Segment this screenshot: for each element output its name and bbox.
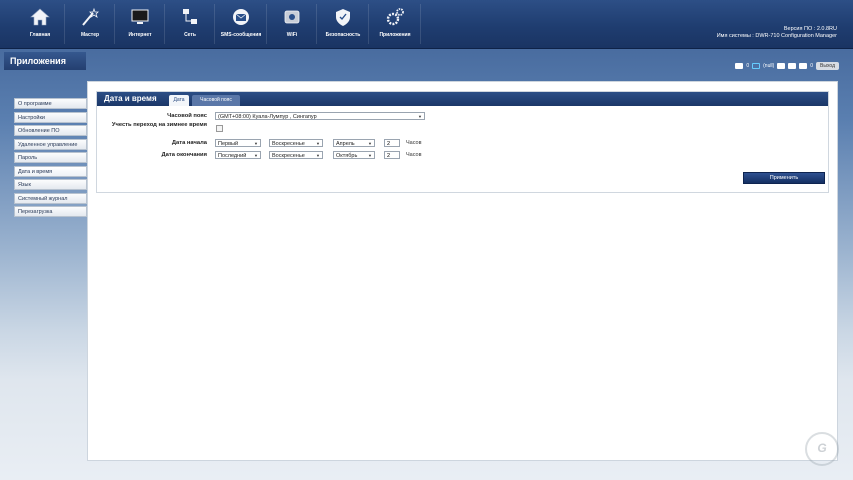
shield-icon [336,9,350,26]
box-header: Дата и время Дата Часовой пояс [97,92,828,106]
nav-wifi-label: WiFi [286,32,298,38]
start-week-select[interactable]: Первый [215,139,261,148]
start-hour-input[interactable]: 2 [384,139,400,147]
sms-icon [777,63,786,69]
nav-sms-label: SMS-сообщения [220,32,262,38]
nav-network[interactable]: Сеть [166,4,215,44]
main-panel: Дата и время Дата Часовой пояс Часовой п… [87,81,838,461]
tab-timezone[interactable]: Часовой пояс [192,95,240,106]
dst-row: Учесть переход на зимнее время [97,121,207,135]
start-hour-unit: Часов [406,140,422,146]
nav-sms[interactable]: SMS-сообщения [216,4,267,44]
wizard-icon [82,7,99,26]
end-date-label: Дата окончания [161,152,207,158]
apply-button[interactable]: Применить [743,172,825,184]
start-date-label: Дата начала [171,140,207,146]
sidebar-item-date-time[interactable]: Дата и время [14,165,87,177]
date-time-box: Дата и время Дата Часовой пояс Часовой п… [96,91,829,193]
end-week-select[interactable]: Последний [215,151,261,160]
top-navigation-bar: Главная Мастер Интернет Сеть SMS-сообщен… [0,0,853,49]
wifi-icon [284,10,300,24]
system-name: Имя системы : DWR-710 Configuration Mana… [716,33,837,39]
signal-status: (null) [763,63,775,69]
nav-applications[interactable]: Приложения [370,4,421,44]
timezone-label: Часовой пояс [167,113,207,119]
message-count: 0 [746,63,750,69]
network-icon [183,9,197,24]
logout-button[interactable]: Выход [816,62,839,70]
nav-internet-label: Интернет [128,32,152,38]
nav-internet[interactable]: Интернет [116,4,165,44]
end-date-row: Дата окончания [97,150,207,160]
sidebar-item-system-log[interactable]: Системный журнал [14,192,87,204]
signal-icon [752,63,761,69]
sidebar-menu: О программе Настройки Обновление ПО Удал… [14,98,87,220]
start-month-select[interactable]: Апрель [333,139,375,148]
tab-date[interactable]: Дата [169,95,189,106]
end-hour-input[interactable]: 2 [384,151,400,159]
start-date-row: Дата начала [97,138,207,148]
nav-network-label: Сеть [184,32,196,38]
system-info: Версия ПО : 2.0.8RU Имя системы : DWR-71… [717,26,837,40]
sidebar-item-firmware-update[interactable]: Обновление ПО [14,125,87,136]
sidebar-item-password[interactable]: Пароль [14,152,87,163]
sidebar-item-remote-management[interactable]: Удаленное управление [14,138,87,150]
envelope-icon [233,9,249,25]
sms-count: 0 [810,63,814,69]
nav-wizard-label: Мастер [80,32,100,38]
start-day-select[interactable]: Воскресенье [269,139,323,148]
globe-icon [788,63,797,69]
chat-icon [799,63,808,69]
sidebar-item-about[interactable]: О программе [14,98,87,109]
sidebar-item-reboot[interactable]: Перезагрузка [14,206,87,217]
dst-label: Учесть переход на зимнее время [111,122,207,128]
end-hour-unit: Часов [406,152,422,158]
timezone-row: Часовой пояс [97,111,207,121]
watermark-logo: G [805,432,839,466]
status-bar: 0 (null) 0 Выход [735,62,839,70]
sidebar-item-settings[interactable]: Настройки [14,111,87,123]
dst-checkbox[interactable] [216,125,223,132]
nav-security-label: Безопасность [325,32,361,38]
message-icon [735,63,744,69]
end-day-select[interactable]: Воскресенье [269,151,323,160]
nav-security[interactable]: Безопасность [318,4,369,44]
section-title: Приложения [4,52,86,70]
home-icon [30,8,50,26]
panel-title: Дата и время [104,94,157,103]
gears-icon [386,8,404,26]
nav-wifi[interactable]: WiFi [268,4,317,44]
sidebar-item-language[interactable]: Язык [14,179,87,190]
timezone-select[interactable]: (GMT+08:00) Куала-Лумпур , Сингапур [215,112,425,121]
nav-applications-label: Приложения [379,32,411,38]
nav-home-label: Главная [29,32,51,38]
end-month-select[interactable]: Октябрь [333,151,375,160]
main-nav: Главная Мастер Интернет Сеть SMS-сообщен… [16,4,422,44]
firmware-version: Версия ПО : 2.0.8RU [783,26,837,32]
monitor-icon [131,9,149,24]
nav-wizard[interactable]: Мастер [66,4,115,44]
nav-home[interactable]: Главная [16,4,65,44]
